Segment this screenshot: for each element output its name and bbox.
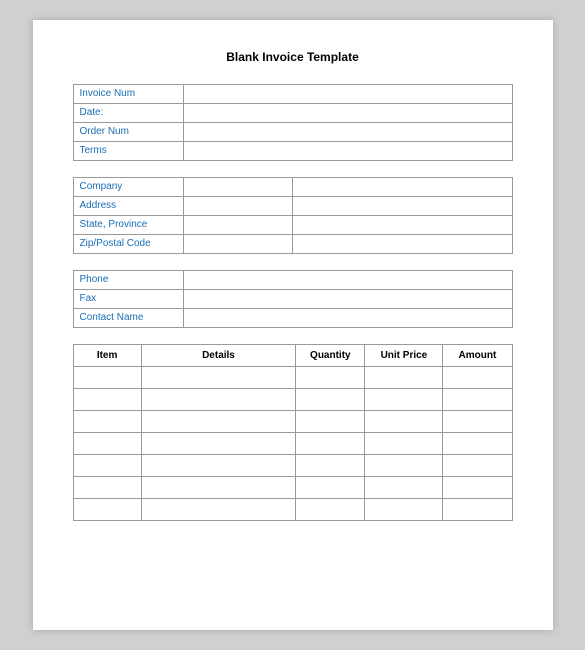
- company-value-right[interactable]: [293, 178, 512, 196]
- table-cell-2-3[interactable]: [365, 411, 443, 433]
- terms-row: Terms: [74, 142, 512, 160]
- table-cell-5-1[interactable]: [141, 477, 296, 499]
- table-cell-3-1[interactable]: [141, 433, 296, 455]
- phone-value[interactable]: [184, 271, 512, 289]
- company-value[interactable]: [184, 178, 293, 196]
- address-value[interactable]: [184, 197, 293, 215]
- table-cell-0-0[interactable]: [73, 367, 141, 389]
- invoice-num-label: Invoice Num: [74, 85, 184, 103]
- invoice-num-row: Invoice Num: [74, 85, 512, 104]
- fax-label: Fax: [74, 290, 184, 308]
- table-header-row: Item Details Quantity Unit Price Amount: [73, 345, 512, 367]
- zip-left: Zip/Postal Code: [74, 235, 294, 253]
- contact-section: Phone Fax Contact Name: [73, 270, 513, 328]
- table-cell-6-4[interactable]: [443, 499, 512, 521]
- table-cell-0-1[interactable]: [141, 367, 296, 389]
- address-value-right[interactable]: [293, 197, 512, 215]
- state-label: State, Province: [74, 216, 184, 234]
- header-details: Details: [141, 345, 296, 367]
- table-cell-1-1[interactable]: [141, 389, 296, 411]
- table-cell-4-4[interactable]: [443, 455, 512, 477]
- contact-name-value[interactable]: [184, 309, 512, 327]
- zip-right: [293, 235, 512, 253]
- address-label: Address: [74, 197, 184, 215]
- table-row: [73, 499, 512, 521]
- table-cell-0-4[interactable]: [443, 367, 512, 389]
- table-cell-6-1[interactable]: [141, 499, 296, 521]
- date-value[interactable]: [184, 104, 512, 122]
- table-cell-4-3[interactable]: [365, 455, 443, 477]
- invoice-num-value[interactable]: [184, 85, 512, 103]
- table-cell-2-0[interactable]: [73, 411, 141, 433]
- company-left: Company: [74, 178, 294, 196]
- company-label: Company: [74, 178, 184, 196]
- table-cell-6-0[interactable]: [73, 499, 141, 521]
- order-num-row: Order Num: [74, 123, 512, 142]
- table-row: [73, 455, 512, 477]
- date-label: Date:: [74, 104, 184, 122]
- header-amount: Amount: [443, 345, 512, 367]
- state-right: [293, 216, 512, 234]
- table-row: [73, 389, 512, 411]
- company-right: [293, 178, 512, 196]
- table-cell-1-3[interactable]: [365, 389, 443, 411]
- address-section: Company Address State, Province: [73, 177, 513, 254]
- invoice-section: Invoice Num Date: Order Num Terms: [73, 84, 513, 161]
- table-cell-3-2[interactable]: [296, 433, 365, 455]
- table-cell-4-0[interactable]: [73, 455, 141, 477]
- terms-label: Terms: [74, 142, 184, 160]
- address-left: Address: [74, 197, 294, 215]
- table-row: [73, 433, 512, 455]
- state-value-right[interactable]: [293, 216, 512, 234]
- header-item: Item: [73, 345, 141, 367]
- table-cell-4-2[interactable]: [296, 455, 365, 477]
- state-left: State, Province: [74, 216, 294, 234]
- contact-name-label: Contact Name: [74, 309, 184, 327]
- state-value[interactable]: [184, 216, 293, 234]
- header-unit-price: Unit Price: [365, 345, 443, 367]
- table-cell-3-4[interactable]: [443, 433, 512, 455]
- header-quantity: Quantity: [296, 345, 365, 367]
- table-cell-1-0[interactable]: [73, 389, 141, 411]
- order-num-label: Order Num: [74, 123, 184, 141]
- table-row: [73, 477, 512, 499]
- table-cell-1-2[interactable]: [296, 389, 365, 411]
- table-row: [73, 411, 512, 433]
- table-row: [73, 367, 512, 389]
- terms-value[interactable]: [184, 142, 512, 160]
- invoice-page: Blank Invoice Template Invoice Num Date:…: [33, 20, 553, 630]
- table-cell-4-1[interactable]: [141, 455, 296, 477]
- address-right: [293, 197, 512, 215]
- fax-row: Fax: [74, 290, 512, 309]
- contact-name-row: Contact Name: [74, 309, 512, 327]
- state-row: State, Province: [74, 216, 512, 235]
- table-cell-2-2[interactable]: [296, 411, 365, 433]
- zip-row: Zip/Postal Code: [74, 235, 512, 253]
- table-cell-2-1[interactable]: [141, 411, 296, 433]
- phone-row: Phone: [74, 271, 512, 290]
- table-cell-5-0[interactable]: [73, 477, 141, 499]
- table-cell-3-0[interactable]: [73, 433, 141, 455]
- address-row: Address: [74, 197, 512, 216]
- table-cell-5-3[interactable]: [365, 477, 443, 499]
- table-cell-6-3[interactable]: [365, 499, 443, 521]
- table-cell-1-4[interactable]: [443, 389, 512, 411]
- zip-value[interactable]: [184, 235, 293, 253]
- date-row: Date:: [74, 104, 512, 123]
- page-title: Blank Invoice Template: [73, 50, 513, 64]
- zip-value-right[interactable]: [293, 235, 512, 253]
- table-cell-2-4[interactable]: [443, 411, 512, 433]
- zip-label: Zip/Postal Code: [74, 235, 184, 253]
- fax-value[interactable]: [184, 290, 512, 308]
- phone-label: Phone: [74, 271, 184, 289]
- table-cell-0-2[interactable]: [296, 367, 365, 389]
- table-cell-3-3[interactable]: [365, 433, 443, 455]
- table-cell-5-4[interactable]: [443, 477, 512, 499]
- company-row: Company: [74, 178, 512, 197]
- table-cell-6-2[interactable]: [296, 499, 365, 521]
- order-num-value[interactable]: [184, 123, 512, 141]
- invoice-table: Item Details Quantity Unit Price Amount: [73, 344, 513, 521]
- table-cell-0-3[interactable]: [365, 367, 443, 389]
- table-cell-5-2[interactable]: [296, 477, 365, 499]
